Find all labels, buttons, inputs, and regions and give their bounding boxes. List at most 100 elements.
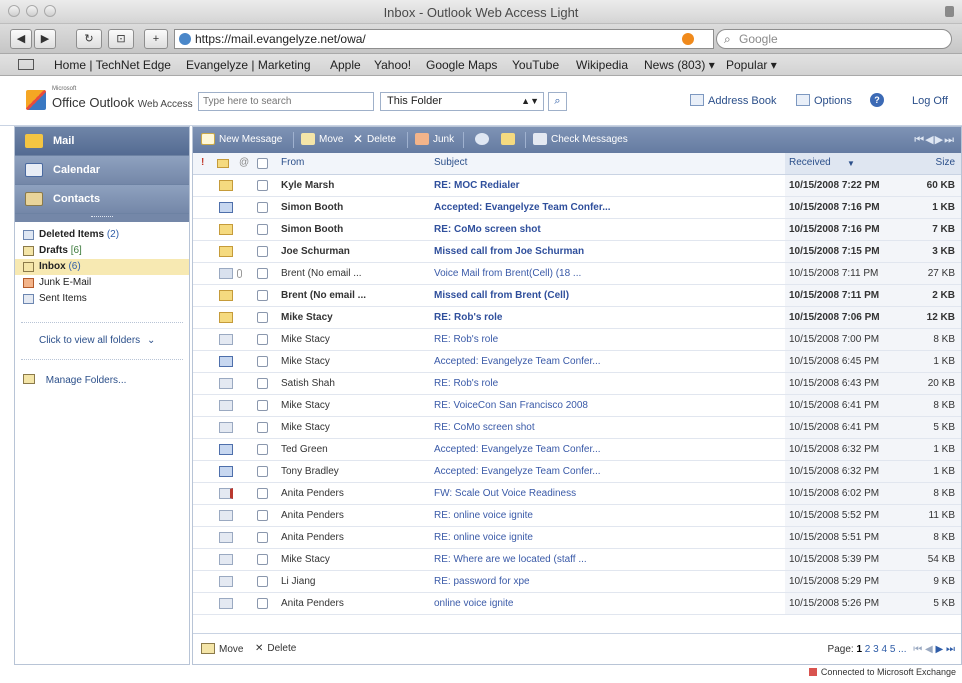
received-column-header[interactable]: Received	[789, 157, 831, 168]
message-row[interactable]: Mike Stacy RE: CoMo screen shot 10/15/2008…	[193, 417, 961, 439]
message-checkbox[interactable]	[257, 290, 268, 301]
message-checkbox[interactable]	[257, 312, 268, 323]
message-subject[interactable]: Accepted: Evangelyze Team Confer...	[434, 444, 774, 455]
message-checkbox[interactable]	[257, 378, 268, 389]
message-checkbox[interactable]	[257, 488, 268, 499]
message-subject[interactable]: Accepted: Evangelyze Team Confer...	[434, 356, 774, 367]
bookmark-item[interactable]: Yahoo!	[374, 58, 411, 72]
message-row[interactable]: Mike Stacy RE: Where are we located (staf…	[193, 549, 961, 571]
envelope-icon[interactable]	[501, 133, 515, 145]
folder-sent-items[interactable]: Sent Items	[15, 291, 189, 307]
message-row[interactable]: Kyle Marsh RE: MOC Redialer 10/15/2008 7:2…	[193, 175, 961, 197]
message-subject[interactable]: RE: CoMo screen shot	[434, 422, 774, 433]
message-row[interactable]: Mike Stacy RE: VoiceCon San Francisco 200…	[193, 395, 961, 417]
bookmark-item[interactable]: Popular ▾	[726, 58, 777, 72]
message-checkbox[interactable]	[257, 268, 268, 279]
junk-button[interactable]: Junk	[433, 134, 454, 145]
bookmark-item[interactable]: Evangelyze | Marketing	[186, 58, 311, 72]
bookmark-item[interactable]: Home | TechNet Edge	[54, 58, 171, 72]
attachment-column-icon[interactable]: @	[239, 157, 249, 168]
message-checkbox[interactable]	[257, 356, 268, 367]
folder-inbox[interactable]: Inbox (6)	[15, 259, 189, 275]
message-subject[interactable]: Missed call from Joe Schurman	[434, 246, 774, 257]
from-column-header[interactable]: From	[281, 157, 304, 168]
message-checkbox[interactable]	[257, 576, 268, 587]
bookmark-item[interactable]: Google Maps	[426, 58, 497, 72]
message-checkbox[interactable]	[257, 532, 268, 543]
first-prev-icon[interactable]: ⏮ ◀	[913, 644, 932, 655]
add-bookmark-button[interactable]: +	[144, 29, 168, 49]
google-search-field[interactable]: ⌕ Google	[716, 29, 952, 49]
message-subject[interactable]: Voice Mail from Brent(Cell) (18 ...	[434, 268, 774, 279]
nav-resize-grip[interactable]	[15, 214, 189, 222]
folder-deleted-items[interactable]: Deleted Items (2)	[15, 227, 189, 243]
search-scope-select[interactable]: This Folder ▲▼	[380, 92, 544, 111]
bookmark-item[interactable]: Apple	[330, 58, 361, 72]
message-checkbox[interactable]	[257, 224, 268, 235]
message-subject[interactable]: RE: VoiceCon San Francisco 2008	[434, 400, 774, 411]
message-row[interactable]: Joe Schurman Missed call from Joe Schurma…	[193, 241, 961, 263]
message-row[interactable]: Tony Bradley Accepted: Evangelyze Team Co…	[193, 461, 961, 483]
message-checkbox[interactable]	[257, 422, 268, 433]
message-row[interactable]: Brent (No email ... Voice Mail from Brent…	[193, 263, 961, 285]
manage-folders-link[interactable]: Manage Folders...	[23, 374, 126, 386]
snapback-button[interactable]: ⊡	[108, 29, 134, 49]
message-subject[interactable]: FW: Scale Out Voice Readiness	[434, 488, 774, 499]
message-row[interactable]: Anita Penders RE: online voice ignite 10/1…	[193, 505, 961, 527]
message-row[interactable]: Brent (No email ... Missed call from Bren…	[193, 285, 961, 307]
message-subject[interactable]: RE: CoMo screen shot	[434, 224, 774, 235]
message-subject[interactable]: RE: Rob's role	[434, 334, 774, 345]
new-message-button[interactable]: New Message	[219, 134, 282, 145]
message-checkbox[interactable]	[257, 444, 268, 455]
message-subject[interactable]: RE: password for xpe	[434, 576, 774, 587]
help-icon[interactable]: ?	[870, 93, 884, 107]
subject-column-header[interactable]: Subject	[434, 157, 467, 168]
bookmark-item[interactable]: YouTube	[512, 58, 559, 72]
message-checkbox[interactable]	[257, 180, 268, 191]
log-off-link[interactable]: Log Off	[912, 95, 948, 107]
message-subject[interactable]: Accepted: Evangelyze Team Confer...	[434, 202, 774, 213]
message-row[interactable]: Mike Stacy RE: Rob's role 10/15/2008 7:00 …	[193, 329, 961, 351]
message-subject[interactable]: RE: Rob's role	[434, 378, 774, 389]
folder-junk-email[interactable]: Junk E-Mail	[15, 275, 189, 291]
reply-icon[interactable]	[475, 133, 489, 145]
reload-button[interactable]: ↻	[76, 29, 102, 49]
message-row[interactable]: Anita Penders FW: Scale Out Voice Readine…	[193, 483, 961, 505]
back-button[interactable]: ◀	[10, 29, 32, 49]
bookmark-item[interactable]: News (803) ▾	[644, 58, 715, 72]
check-messages-button[interactable]: Check Messages	[551, 134, 628, 145]
nav-calendar-button[interactable]: Calendar	[15, 156, 189, 185]
message-subject[interactable]: Missed call from Brent (Cell)	[434, 290, 774, 301]
message-row[interactable]: Anita Penders RE: online voice ignite 10/1…	[193, 527, 961, 549]
message-row[interactable]: Simon Booth RE: CoMo screen shot 10/15/200…	[193, 219, 961, 241]
address-bar[interactable]: https://mail.evangelyze.net/owa/	[174, 29, 714, 49]
message-subject[interactable]: online voice ignite	[434, 598, 774, 609]
bookmarks-book-icon[interactable]	[18, 59, 34, 70]
options-link[interactable]: Options	[814, 95, 852, 107]
message-row[interactable]: Ted Green Accepted: Evangelyze Team Confe…	[193, 439, 961, 461]
message-checkbox[interactable]	[257, 598, 268, 609]
message-subject[interactable]: RE: online voice ignite	[434, 532, 774, 543]
message-checkbox[interactable]	[257, 334, 268, 345]
message-subject[interactable]: RE: Rob's role	[434, 312, 774, 323]
rss-icon[interactable]	[682, 33, 694, 45]
next-last-icon[interactable]: ▶ ⏭	[936, 644, 955, 655]
message-checkbox[interactable]	[257, 554, 268, 565]
message-checkbox[interactable]	[257, 466, 268, 477]
importance-column-icon[interactable]: !	[201, 157, 204, 168]
message-checkbox[interactable]	[257, 246, 268, 257]
message-row[interactable]: Mike Stacy RE: Rob's role 10/15/2008 7:06 …	[193, 307, 961, 329]
message-checkbox[interactable]	[257, 202, 268, 213]
address-book-link[interactable]: Address Book	[708, 95, 776, 107]
page-links[interactable]: 2 3 4 5 ...	[865, 644, 907, 655]
view-all-folders-link[interactable]: Click to view all folders ⌄	[39, 335, 155, 346]
message-subject[interactable]: RE: Where are we located (staff ...	[434, 554, 774, 565]
message-checkbox[interactable]	[257, 400, 268, 411]
forward-button[interactable]: ▶	[34, 29, 56, 49]
delete-button[interactable]: Delete	[367, 134, 396, 145]
message-row[interactable]: Li Jiang RE: password for xpe 10/15/2008 5…	[193, 571, 961, 593]
message-subject[interactable]: Accepted: Evangelyze Team Confer...	[434, 466, 774, 477]
message-row[interactable]: Simon Booth Accepted: Evangelyze Team Con…	[193, 197, 961, 219]
footer-delete-button[interactable]: ✕ Delete	[255, 643, 296, 654]
message-type-column-icon[interactable]	[217, 159, 229, 168]
